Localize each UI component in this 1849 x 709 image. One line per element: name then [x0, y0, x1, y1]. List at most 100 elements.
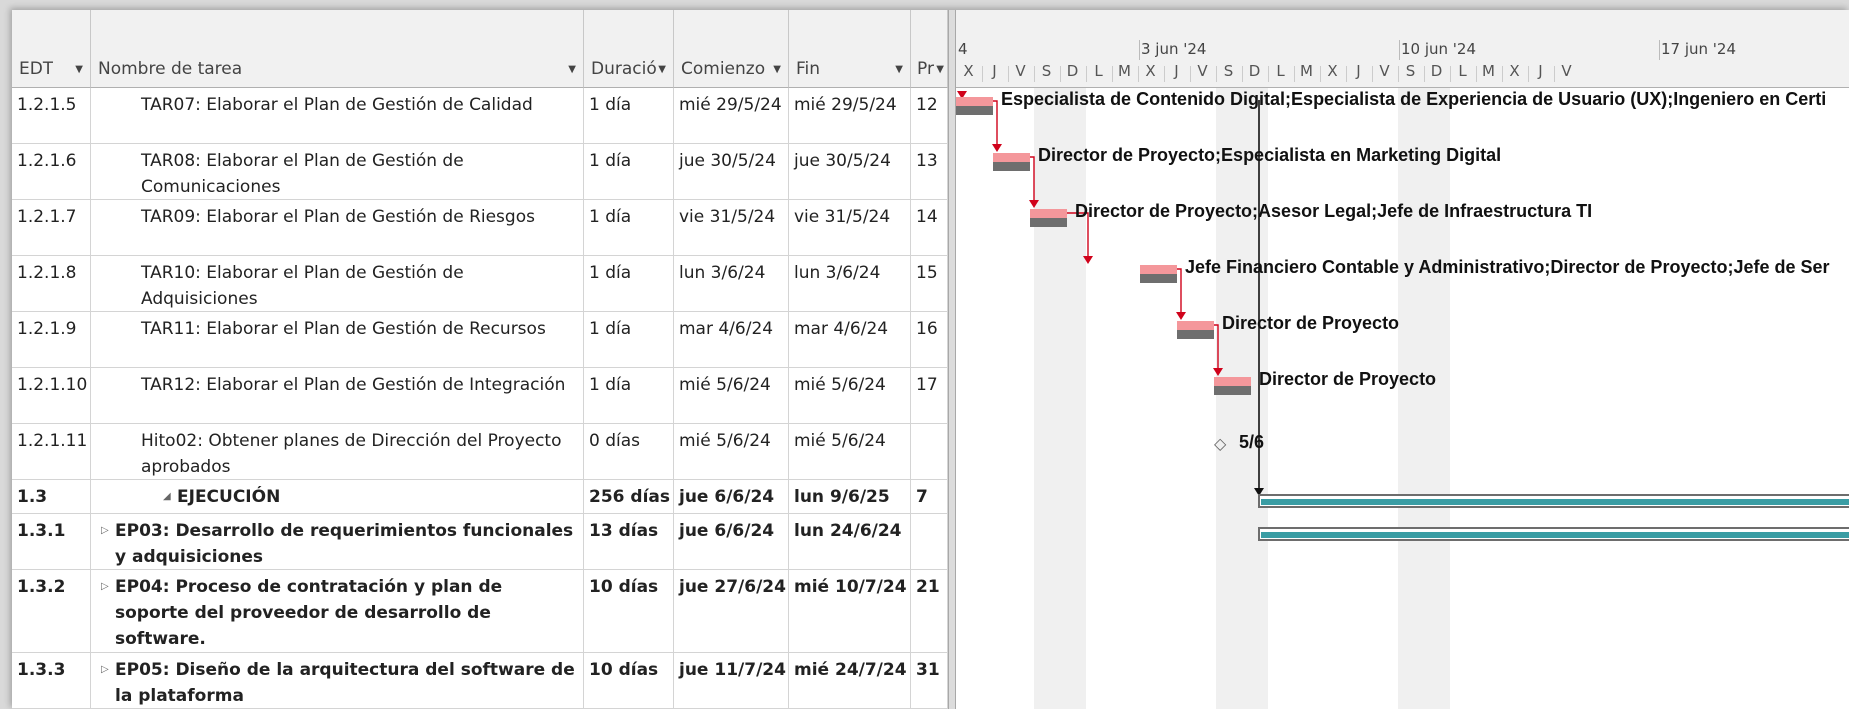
cell-start[interactable]: jue 11/7/24 [674, 653, 789, 708]
column-header-end[interactable]: Fin ▼ [789, 10, 911, 88]
chevron-down-icon[interactable]: ▼ [773, 64, 781, 75]
summary-bar[interactable] [1258, 527, 1849, 541]
cell-name[interactable]: TAR07: Elaborar el Plan de Gestión de Ca… [91, 88, 584, 143]
cell-end[interactable]: lun 24/6/24 [789, 514, 911, 569]
cell-pred[interactable]: 15 [911, 256, 948, 311]
column-header-edt[interactable]: EDT ▼ [12, 10, 91, 88]
cell-dur[interactable]: 256 días [584, 480, 674, 513]
cell-start[interactable]: mié 5/6/24 [674, 424, 789, 479]
cell-dur[interactable]: 1 día [584, 200, 674, 255]
task-bar[interactable] [1140, 265, 1177, 283]
table-row[interactable]: 1.3 ◢ EJECUCIÓN 256 días jue 6/6/24 lun 9/6/2… [12, 480, 948, 514]
cell-pred[interactable]: 12 [911, 88, 948, 143]
chevron-down-icon[interactable]: ▼ [568, 64, 576, 75]
cell-pred[interactable]: 16 [911, 312, 948, 367]
cell-pred[interactable]: 17 [911, 368, 948, 423]
chevron-down-icon[interactable]: ▼ [936, 64, 944, 75]
cell-edt[interactable]: 1.3.3 [12, 653, 91, 708]
table-row[interactable]: 1.2.1.5 TAR07: Elaborar el Plan de Gestió… [12, 88, 948, 144]
cell-edt[interactable]: 1.2.1.10 [12, 368, 91, 423]
cell-end[interactable]: lun 3/6/24 [789, 256, 911, 311]
cell-end[interactable]: mié 10/7/24 [789, 570, 911, 652]
table-row[interactable]: 1.2.1.9 TAR11: Elaborar el Plan de Gestió… [12, 312, 948, 368]
table-row[interactable]: 1.2.1.6 TAR08: Elaborar el Plan de Gestió… [12, 144, 948, 200]
cell-name[interactable]: ▷ EP04: Proceso de contratación y plan de… [91, 570, 584, 652]
collapse-toggle-icon[interactable]: ◢ [163, 484, 177, 510]
cell-start[interactable]: jue 6/6/24 [674, 514, 789, 569]
cell-edt[interactable]: 1.2.1.11 [12, 424, 91, 479]
cell-edt[interactable]: 1.2.1.6 [12, 144, 91, 199]
chevron-down-icon[interactable]: ▼ [658, 64, 666, 75]
cell-edt[interactable]: 1.2.1.7 [12, 200, 91, 255]
cell-dur[interactable]: 1 día [584, 144, 674, 199]
cell-dur[interactable]: 10 días [584, 653, 674, 708]
cell-end[interactable]: mar 4/6/24 [789, 312, 911, 367]
table-row[interactable]: 1.2.1.7 TAR09: Elaborar el Plan de Gestió… [12, 200, 948, 256]
cell-pred[interactable]: 7 [911, 480, 948, 513]
cell-dur[interactable]: 1 día [584, 368, 674, 423]
cell-pred[interactable] [911, 514, 948, 569]
cell-start[interactable]: vie 31/5/24 [674, 200, 789, 255]
cell-name[interactable]: TAR09: Elaborar el Plan de Gestión de Ri… [91, 200, 584, 255]
cell-end[interactable]: jue 30/5/24 [789, 144, 911, 199]
table-row[interactable]: 1.2.1.10 TAR12: Elaborar el Plan de Gesti… [12, 368, 948, 424]
cell-start[interactable]: mié 29/5/24 [674, 88, 789, 143]
cell-edt[interactable]: 1.2.1.5 [12, 88, 91, 143]
column-header-duration[interactable]: Duració ▼ [584, 10, 674, 88]
cell-pred[interactable]: 14 [911, 200, 948, 255]
cell-name[interactable]: TAR08: Elaborar el Plan de Gestión de Co… [91, 144, 584, 199]
summary-bar[interactable] [1258, 494, 1849, 508]
cell-end[interactable]: mié 5/6/24 [789, 368, 911, 423]
cell-dur[interactable]: 1 día [584, 256, 674, 311]
cell-name[interactable]: ◢ EJECUCIÓN [91, 480, 584, 513]
cell-pred[interactable]: 13 [911, 144, 948, 199]
expand-toggle-icon[interactable]: ▷ [101, 518, 115, 569]
split-bar[interactable] [948, 10, 956, 709]
task-bar[interactable] [956, 97, 993, 115]
table-row[interactable]: 1.3.1 ▷ EP03: Desarrollo de requerimientos… [12, 514, 948, 570]
cell-dur[interactable]: 1 día [584, 312, 674, 367]
column-header-task-name[interactable]: Nombre de tarea ▼ [91, 10, 584, 88]
expand-toggle-icon[interactable]: ▷ [101, 657, 115, 708]
table-row[interactable]: 1.2.1.8 TAR10: Elaborar el Plan de Gestió… [12, 256, 948, 312]
cell-dur[interactable]: 0 días [584, 424, 674, 479]
cell-edt[interactable]: 1.3 [12, 480, 91, 513]
chevron-down-icon[interactable]: ▼ [75, 64, 83, 75]
cell-start[interactable]: jue 27/6/24 [674, 570, 789, 652]
cell-start[interactable]: jue 6/6/24 [674, 480, 789, 513]
cell-edt[interactable]: 1.2.1.8 [12, 256, 91, 311]
table-row[interactable]: 1.2.1.11 Hito02: Obtener planes de Direcc… [12, 424, 948, 480]
cell-pred[interactable] [911, 424, 948, 479]
cell-name[interactable]: TAR11: Elaborar el Plan de Gestión de Re… [91, 312, 584, 367]
cell-end[interactable]: vie 31/5/24 [789, 200, 911, 255]
cell-dur[interactable]: 1 día [584, 88, 674, 143]
cell-end[interactable]: mié 24/7/24 [789, 653, 911, 708]
expand-toggle-icon[interactable]: ▷ [101, 574, 115, 652]
cell-end[interactable]: mié 5/6/24 [789, 424, 911, 479]
chevron-down-icon[interactable]: ▼ [895, 64, 903, 75]
task-bar[interactable] [1214, 377, 1251, 395]
column-header-start[interactable]: Comienzo ▼ [674, 10, 789, 88]
cell-edt[interactable]: 1.3.2 [12, 570, 91, 652]
cell-start[interactable]: jue 30/5/24 [674, 144, 789, 199]
cell-name[interactable]: Hito02: Obtener planes de Dirección del … [91, 424, 584, 479]
cell-name[interactable]: TAR12: Elaborar el Plan de Gestión de In… [91, 368, 584, 423]
cell-start[interactable]: mar 4/6/24 [674, 312, 789, 367]
column-header-predecessors[interactable]: Pr ▼ [911, 10, 948, 88]
cell-pred[interactable]: 31 [911, 653, 948, 708]
cell-start[interactable]: lun 3/6/24 [674, 256, 789, 311]
cell-name[interactable]: TAR10: Elaborar el Plan de Gestión de Ad… [91, 256, 584, 311]
cell-start[interactable]: mié 5/6/24 [674, 368, 789, 423]
cell-edt[interactable]: 1.3.1 [12, 514, 91, 569]
task-bar[interactable] [993, 153, 1030, 171]
cell-dur[interactable]: 10 días [584, 570, 674, 652]
cell-edt[interactable]: 1.2.1.9 [12, 312, 91, 367]
table-row[interactable]: 1.3.3 ▷ EP05: Diseño de la arquitectura de… [12, 653, 948, 709]
cell-dur[interactable]: 13 días [584, 514, 674, 569]
cell-end[interactable]: mié 29/5/24 [789, 88, 911, 143]
cell-name[interactable]: ▷ EP03: Desarrollo de requerimientos func… [91, 514, 584, 569]
cell-end[interactable]: lun 9/6/25 [789, 480, 911, 513]
table-row[interactable]: 1.3.2 ▷ EP04: Proceso de contratación y pl… [12, 570, 948, 653]
task-bar[interactable] [1030, 209, 1067, 227]
milestone-diamond-icon[interactable]: ◇ [1214, 434, 1226, 453]
